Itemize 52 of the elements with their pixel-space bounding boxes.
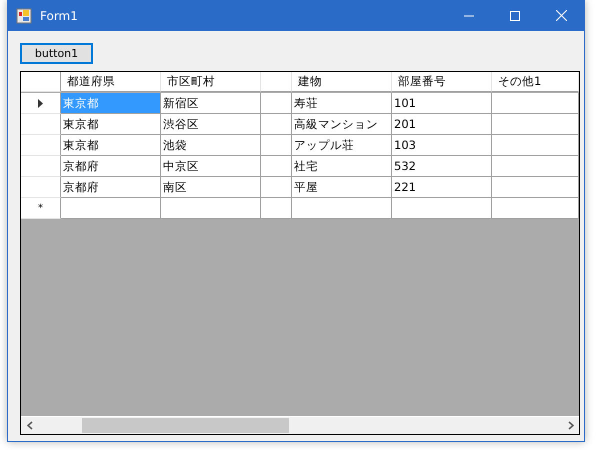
column-header[interactable] <box>261 72 292 92</box>
table-cell[interactable] <box>261 156 292 177</box>
table-cell[interactable]: 京都府 <box>61 156 161 177</box>
table-cell[interactable] <box>492 114 579 135</box>
horizontal-scrollbar[interactable] <box>21 416 579 434</box>
maximize-icon <box>510 10 520 20</box>
table-cell[interactable] <box>261 114 292 135</box>
table-cell[interactable]: 中京区 <box>161 156 261 177</box>
table-cell[interactable] <box>61 198 161 219</box>
column-header[interactable]: 建物 <box>292 72 392 92</box>
current-row-icon <box>38 98 43 108</box>
table-cell[interactable]: 532 <box>392 156 492 177</box>
row-header[interactable]: * <box>21 198 61 219</box>
table-cell[interactable]: 東京都 <box>61 114 161 135</box>
form-icon <box>16 8 32 24</box>
table-cell[interactable]: 221 <box>392 177 492 198</box>
column-header[interactable]: その他1 <box>492 72 579 92</box>
column-header[interactable]: 部屋番号 <box>392 72 492 92</box>
table-cell[interactable]: 平屋 <box>292 177 392 198</box>
new-row-marker: * <box>38 202 43 214</box>
row-header[interactable] <box>21 93 61 114</box>
table-cell[interactable]: 103 <box>392 135 492 156</box>
button[interactable]: button1 <box>20 43 93 64</box>
table-cell[interactable]: 池袋 <box>161 135 261 156</box>
close-icon <box>556 10 566 21</box>
table-cell[interactable]: 京都府 <box>61 177 161 198</box>
table-cell[interactable] <box>261 198 292 219</box>
table-cell[interactable]: 101 <box>392 93 492 114</box>
table-cell[interactable]: 社宅 <box>292 156 392 177</box>
column-header[interactable]: 都道府県 <box>61 72 161 92</box>
table-cell[interactable] <box>492 156 579 177</box>
column-header[interactable]: 市区町村 <box>161 72 261 92</box>
table-cell[interactable] <box>261 93 292 114</box>
table-cell[interactable] <box>161 198 261 219</box>
table-cell[interactable]: 寿荘 <box>292 93 392 114</box>
table-cell[interactable] <box>292 198 392 219</box>
table-cell[interactable]: アップル荘 <box>292 135 392 156</box>
table-cell[interactable]: 南区 <box>161 177 261 198</box>
table-cell[interactable]: 高級マンション <box>292 114 392 135</box>
table-cell[interactable]: 渋谷区 <box>161 114 261 135</box>
table-cell[interactable] <box>492 135 579 156</box>
table-cell[interactable] <box>261 135 292 156</box>
table-cell[interactable]: 新宿区 <box>161 93 261 114</box>
table-cell[interactable] <box>261 177 292 198</box>
table-cell[interactable] <box>492 177 579 198</box>
table-cell[interactable]: 東京都 <box>61 135 161 156</box>
scrollbar-thumb[interactable] <box>82 418 289 433</box>
window-title: Form1 <box>40 8 79 22</box>
table-cell[interactable] <box>392 198 492 219</box>
table-cell[interactable] <box>492 198 579 219</box>
table-cell[interactable]: 201 <box>392 114 492 135</box>
table-cell[interactable] <box>492 93 579 114</box>
